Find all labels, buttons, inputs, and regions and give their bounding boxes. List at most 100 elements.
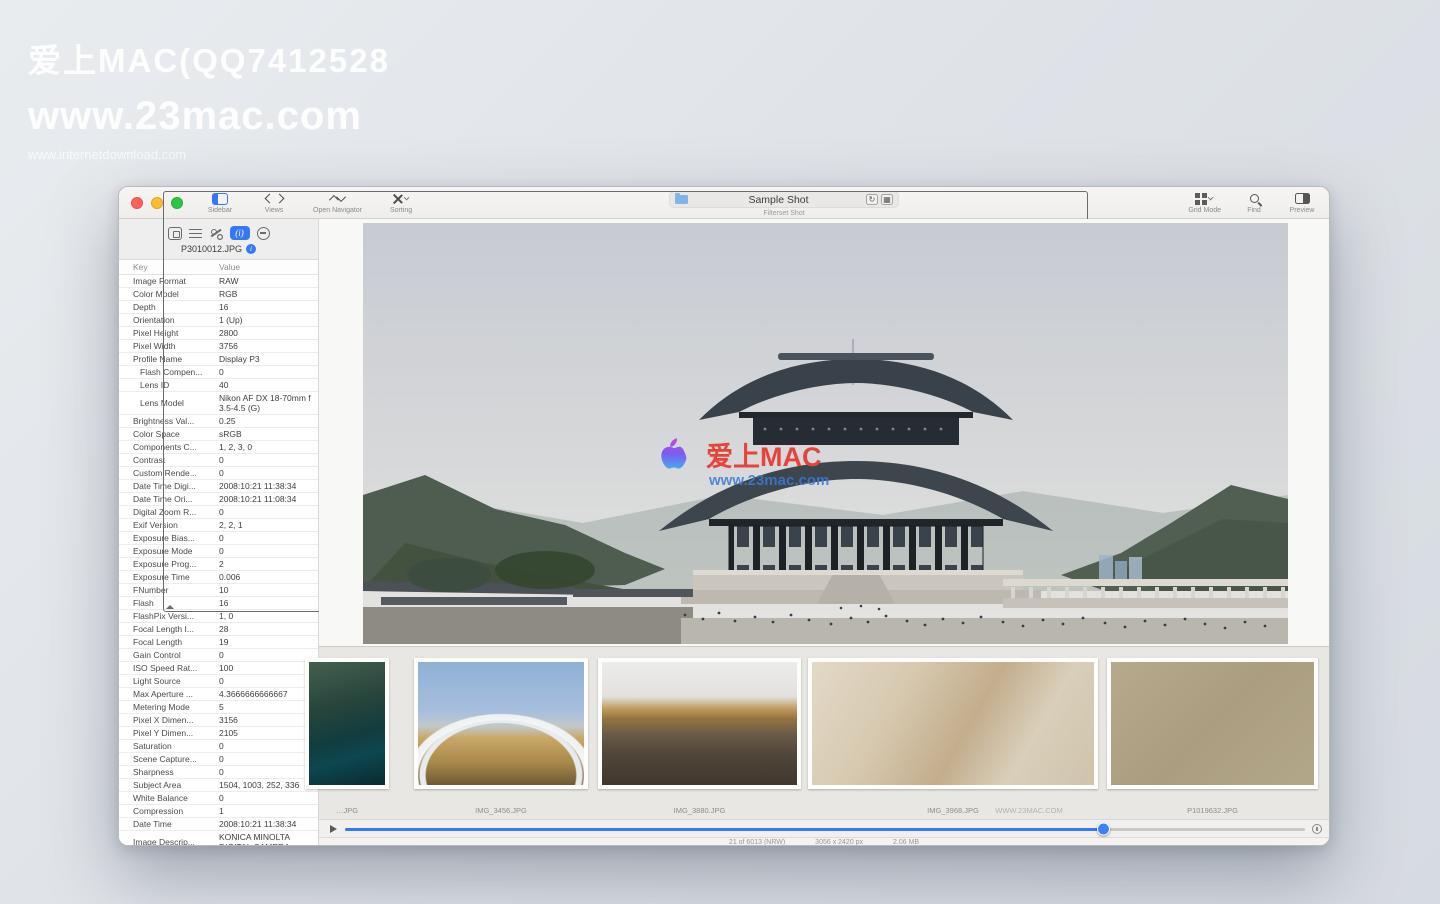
table-row[interactable]: Subject Area 1504, 1003, 252, 336 [119, 779, 318, 792]
thumbnail-filename: …JPG [335, 806, 359, 815]
exif-value: 0 [219, 676, 224, 686]
exif-key: Compression [133, 806, 184, 816]
grid-mode-label: Grid Mode [1188, 207, 1221, 214]
watermark-line2: www.23mac.com [28, 94, 362, 138]
minus-circle-icon[interactable] [256, 226, 270, 240]
exif-key: Pixel Y Dimen... [133, 728, 194, 738]
exif-value: 19 [219, 637, 229, 647]
thumbnail-image[interactable] [1107, 658, 1318, 789]
search-icon [1249, 194, 1259, 203]
exif-key: Date Time [133, 819, 172, 829]
exif-value: 28 [219, 624, 229, 634]
table-row[interactable]: Metering Mode 5 [119, 701, 318, 714]
filmstrip-watermark: WWW.23MAC.COM [995, 806, 1063, 815]
main-panel: 爱上MAC www.23mac.com …JPG IMG_3456.JPG IM… [305, 219, 1329, 846]
exif-value: 5 [219, 702, 224, 712]
exif-key: Scene Capture... [133, 754, 197, 764]
thumbnail-image[interactable] [414, 658, 588, 789]
photo-gyeongbokgung-palace[interactable]: 爱上MAC www.23mac.com [363, 223, 1288, 644]
viewer-watermark-brand: 爱上MAC [706, 442, 822, 472]
watermark-line3: www.internetdownload.com [28, 147, 187, 162]
grid-mode-icon [1195, 192, 1208, 205]
exif-key: Sharpness [133, 767, 174, 777]
table-row[interactable]: White Balance 0 [119, 792, 318, 805]
toolbar-right-group: Grid Mode Find Preview [1188, 191, 1317, 214]
table-row[interactable]: Compression 1 [119, 805, 318, 818]
status-dimensions: 3056 x 2420 px [815, 839, 864, 846]
window-content: (i) P3010012.JPG i Key Value Image Forma… [119, 191, 1329, 846]
inspector-sidebar: (i) P3010012.JPG i Key Value Image Forma… [119, 191, 1088, 845]
find-label: Find [1247, 207, 1261, 214]
exif-value: 0 [219, 741, 224, 751]
grid-mode-chevron-icon [1207, 194, 1214, 200]
table-row[interactable]: Light Source 0 [119, 675, 318, 688]
table-row[interactable]: ISO Speed Rat... 100 [119, 662, 318, 675]
exif-key: Light Source [133, 676, 181, 686]
status-bar: 21 of 6013 (NRW) 3056 x 2420 px 2.06 MB [319, 837, 1329, 846]
list-icon[interactable] [188, 227, 202, 240]
thumbnail-image[interactable] [598, 658, 801, 789]
table-row[interactable]: Pixel X Dimen... 3156 [119, 714, 318, 727]
page-watermark: 爱上MAC(QQ7412528 www.23mac.com www.intern… [28, 34, 390, 162]
exif-info-icon[interactable]: (i) [229, 226, 250, 240]
preview-button[interactable]: Preview [1287, 191, 1317, 214]
exif-key: ISO Speed Rat... [133, 663, 198, 673]
table-row[interactable]: Date Time 2008:10:21 11:38:34 [119, 818, 318, 831]
table-row[interactable]: Focal Length 19 [119, 636, 318, 649]
filmstrip-item[interactable]: P1019632.JPG [1107, 658, 1318, 815]
exif-value: 4.3666666666667 [219, 689, 288, 699]
thumbnail-image[interactable] [808, 658, 1098, 789]
preview-icon [1294, 193, 1310, 204]
exif-key: Metering Mode [133, 702, 190, 712]
preview-label: Preview [1289, 207, 1315, 214]
filmstrip-item[interactable]: …JPG [305, 658, 389, 815]
exif-key: FlashPix Versi... [133, 611, 194, 621]
status-position: 21 of 6013 (NRW) [728, 839, 786, 846]
filmstrip-item[interactable]: IMG_3456.JPG [414, 658, 588, 815]
find-button[interactable]: Find [1239, 191, 1269, 214]
filmstrip-item[interactable]: IMG_3968.JPG [808, 658, 1098, 815]
exif-key: Subject Area [133, 780, 182, 790]
scrubber-thumb[interactable] [1097, 822, 1111, 836]
exif-value: 1504, 1003, 252, 336 [219, 780, 300, 790]
table-row[interactable]: Saturation 0 [119, 740, 318, 753]
exif-value: 0 [219, 793, 224, 803]
thumbnail-filename: P1019632.JPG [1187, 806, 1238, 815]
filmstrip: …JPG IMG_3456.JPG IMG_3880.JPG IMG_3968.… [305, 646, 1329, 819]
table-row[interactable]: Gain Control 0 [119, 649, 318, 662]
exif-key: Gain Control [133, 650, 181, 660]
exif-key: Focal Length [133, 637, 183, 647]
image-viewer: 爱上MAC www.23mac.com [319, 219, 1329, 646]
table-row[interactable]: Sharpness 0 [119, 766, 318, 779]
exif-key: Pixel X Dimen... [133, 715, 194, 725]
minimize-button[interactable] [151, 197, 163, 209]
exif-value: 0 [219, 650, 224, 660]
exif-key: Saturation [133, 741, 172, 751]
thumbnail-image[interactable] [305, 658, 389, 789]
close-button[interactable] [131, 197, 143, 209]
filmstrip-item[interactable]: IMG_3880.JPG [598, 658, 801, 815]
play-button[interactable] [330, 825, 337, 833]
viewer-watermark-url: www.23mac.com [708, 472, 829, 489]
thumbnail-filename: IMG_3456.JPG [475, 806, 527, 815]
exif-key: White Balance [133, 793, 188, 803]
thumbnail-filename: IMG_3880.JPG [673, 806, 726, 815]
filmstrip-scrubber[interactable] [345, 822, 1305, 836]
table-row[interactable]: Max Aperture ... 4.3666666666667 [119, 688, 318, 701]
scrubber-fill [345, 827, 1104, 831]
exif-value: 1 [219, 806, 224, 816]
thumbnail-size-icon[interactable] [1312, 824, 1322, 834]
grid-mode-button[interactable]: Grid Mode [1188, 191, 1221, 214]
exif-value: KONICA MINOLTA DIGITAL CAMERA [219, 832, 290, 845]
table-row[interactable]: Focal Length I... 28 [119, 623, 318, 636]
table-row[interactable]: Pixel Y Dimen... 2105 [119, 727, 318, 740]
table-row[interactable]: Image Descrip... KONICA MINOLTA DIGITAL … [119, 831, 318, 845]
exif-key: Focal Length I... [133, 624, 194, 634]
image-badge-icon[interactable] [167, 226, 182, 240]
table-row[interactable]: Scene Capture... 0 [119, 753, 318, 766]
exif-value: 3156 [219, 715, 238, 725]
exif-value: 2105 [219, 728, 238, 738]
transport-bar [319, 819, 1329, 837]
exif-value: 2008:10:21 11:38:34 [219, 819, 297, 829]
adjust-icon[interactable] [209, 227, 223, 240]
